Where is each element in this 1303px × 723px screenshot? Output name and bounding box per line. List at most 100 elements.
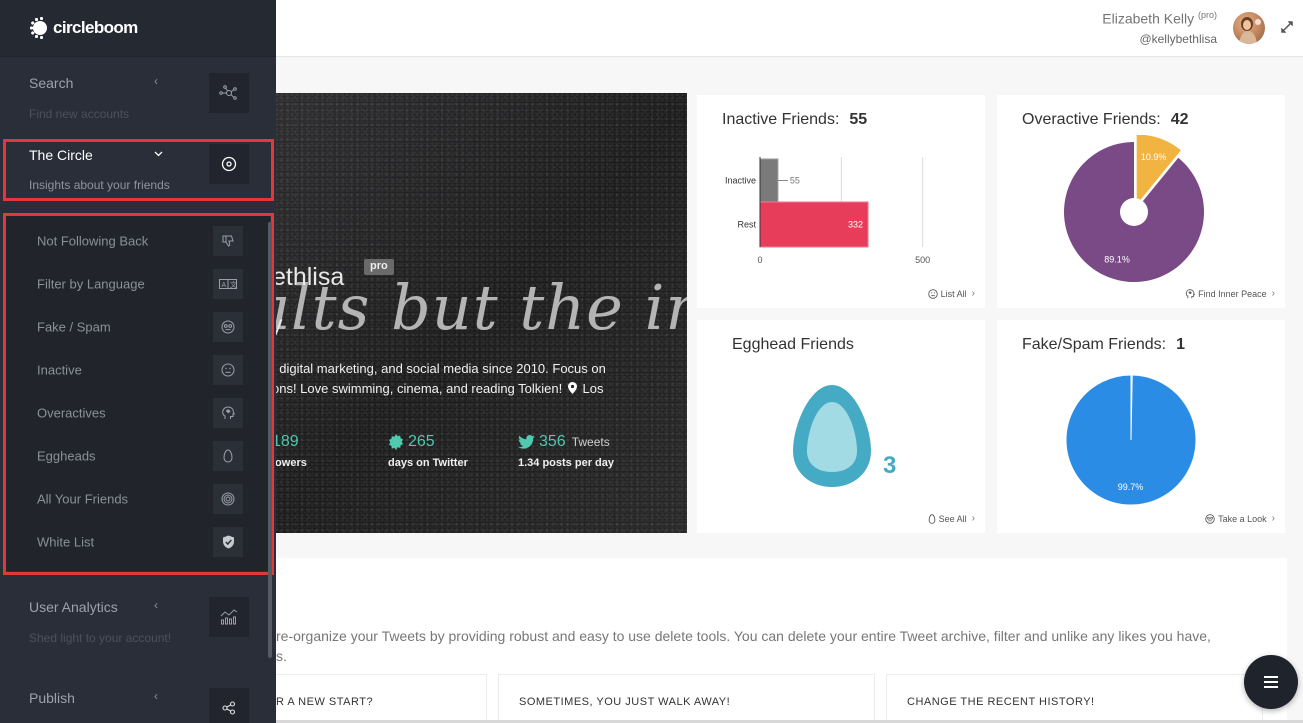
stat-value: 265 [408,433,435,450]
tile-walk-away[interactable]: SOMETIMES, YOU JUST WALK AWAY! [498,674,875,723]
user-name[interactable]: Elizabeth Kelly (pro) [1102,10,1217,27]
profile-card: ılts but the inter ethlisa pro y , digit… [276,93,687,533]
avatar[interactable] [1233,12,1265,44]
nav-title: The Circle [29,147,93,163]
share-icon [222,701,236,715]
data-label: 332 [848,220,863,230]
nav-title: User Analytics [29,599,118,615]
tile-label: R A NEW START? [276,696,374,708]
nav-title: Search [29,75,74,91]
bio-line: , digital marketing, and social media si… [276,361,606,376]
overactive-pie-chart: 10.9% 89.1% [1064,135,1204,282]
chevron-left-icon: ‹ [154,689,158,703]
translate-icon: A文 [219,278,237,289]
submenu-item-filter-by-language[interactable]: Filter by Language A文 [6,262,270,305]
x-tick-label: 500 [915,255,930,265]
chevron-left-icon: ‹ [154,74,158,88]
card-title: Egghead Friends [732,336,854,354]
nav-section-search[interactable]: Search ‹ Find new accounts [0,57,276,132]
submenu-item-all-your-friends[interactable]: All Your Friends [6,477,270,520]
bar-inactive [759,158,779,203]
submenu-item-eggheads[interactable]: Eggheads [6,434,270,477]
stat-label: lowers [276,457,307,469]
tile-change-history[interactable]: CHANGE THE RECENT HISTORY! [886,674,1263,723]
data-label: 55 [790,176,800,186]
nav-section-the-circle[interactable]: The Circle Insights about your friends [0,132,276,207]
submenu-label: Filter by Language [37,276,145,291]
brain-head-icon [222,405,235,419]
submenu-item-not-following-back[interactable]: Not Following Back [6,219,270,262]
logo[interactable]: circleboom [0,0,276,57]
badge-icon [389,434,403,450]
link-text: Find Inner Peace [1198,288,1267,299]
target-icon [221,156,237,172]
tile-new-start[interactable]: R A NEW START? [276,674,487,723]
profile-name: y [276,311,283,339]
submenu-label: Not Following Back [37,233,149,248]
menu-fab-button[interactable] [1244,655,1298,709]
see-all-link[interactable]: See All › [928,513,975,524]
thumbs-down-icon [222,235,234,247]
stat-value: 189 [276,433,299,450]
egg-icon [223,448,233,463]
location-pin-icon [567,382,577,394]
svg-text:文: 文 [230,280,237,289]
chevron-left-icon: ‹ [154,598,158,612]
nav-icon-button[interactable] [209,144,249,184]
nav-section-publish[interactable]: Publish ‹ [0,673,276,723]
card-title: Overactive Friends: 42 [1022,111,1189,129]
tile-label: SOMETIMES, YOU JUST WALK AWAY! [519,696,731,708]
submenu-item-inactive[interactable]: Inactive [6,348,270,391]
card-fake-spam-friends: Fake/Spam Friends: 1 99.7% Take a Look › [997,320,1285,533]
card-title-text: Overactive Friends: [1022,111,1161,128]
card-title-text: Fake/Spam Friends: [1022,336,1167,353]
stat-label: days on Twitter [388,457,468,469]
card-count: 55 [849,111,868,128]
circleboom-logo-icon [30,17,47,39]
brand-name: circleboom [53,18,138,37]
take-a-look-link[interactable]: Take a Look › [1205,513,1275,524]
profile-handle: ethlisa [276,263,345,291]
submenu-label: All Your Friends [37,491,129,506]
twitter-bird-icon [518,435,535,449]
nav-icon-button[interactable] [209,597,249,637]
card-title-text: Egghead Friends [732,336,854,353]
expand-icon[interactable] [1280,20,1294,34]
tile-label: CHANGE THE RECENT HISTORY! [907,696,1095,708]
submenu-item-fake-spam[interactable]: Fake / Spam [6,305,270,348]
analytics-icon [220,609,238,625]
stat-unit: Tweets [571,435,610,449]
submenu-label: Fake / Spam [37,319,111,334]
nav-section-user-analytics[interactable]: User Analytics ‹ Shed light to your acco… [0,582,276,660]
chevron-right-icon: › [971,513,975,524]
link-text: Take a Look [1218,513,1267,524]
egg-icon [793,385,871,487]
neutral-face-icon [927,288,938,299]
chevron-right-icon: › [971,288,975,299]
chevron-right-icon: › [1271,513,1275,524]
submenu-label: White List [37,534,95,549]
submenu-label: Eggheads [37,448,96,463]
stat-value: 356 [539,433,566,450]
stat-tweets: 356 Tweets 1.34 posts per day [518,433,614,469]
submenu-label: Overactives [37,405,106,420]
bio-line: ons! Love swimming, cinema, and reading … [276,379,682,399]
user-handle: @kellybethlisa [1139,32,1217,46]
link-text: See All [938,513,967,524]
user-name-text: Elizabeth Kelly [1102,10,1195,27]
nav-title: Publish [29,690,75,706]
card-egghead-friends: Egghead Friends 3 See All › [697,320,985,533]
list-all-link[interactable]: List All › [927,288,975,299]
submenu-item-white-list[interactable]: White List [6,520,270,563]
circle-submenu: Not Following Back Filter by Language A文… [6,216,270,571]
network-icon [219,85,237,100]
description-line: s. [276,648,287,664]
description-line: re-organize your Tweets by providing rob… [276,628,1211,644]
nav-icon-button[interactable] [209,688,249,723]
stat-label: 1.34 posts per day [518,457,614,469]
nav-icon-button[interactable] [209,73,249,113]
egg-icon [928,513,935,524]
submenu-item-overactives[interactable]: Overactives [6,391,270,434]
chevron-right-icon: › [1271,288,1275,299]
find-inner-peace-link[interactable]: Find Inner Peace › [1185,288,1275,299]
